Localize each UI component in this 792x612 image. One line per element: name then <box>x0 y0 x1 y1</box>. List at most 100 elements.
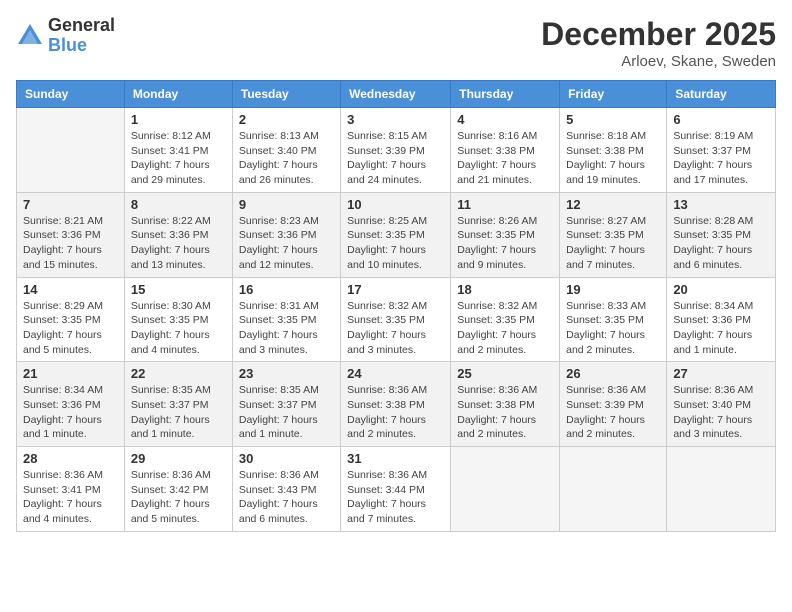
calendar-cell: 10Sunrise: 8:25 AM Sunset: 3:35 PM Dayli… <box>341 192 451 277</box>
calendar-cell: 20 Sunrise: 8:34 AM Sunset: 3:36 PM Dayli… <box>667 277 776 362</box>
calendar-cell: 16 Sunrise: 8:31 AM Sunset: 3:35 PM Dayli… <box>232 277 340 362</box>
weekday-header-wednesday: Wednesday <box>341 81 451 108</box>
calendar-cell <box>667 447 776 532</box>
calendar-cell: 24 Sunrise: 8:36 AM Sunset: 3:38 PM Dayli… <box>341 362 451 447</box>
weekday-header-monday: Monday <box>124 81 232 108</box>
calendar-cell <box>17 108 125 193</box>
day-info: Sunrise: 8:19 AM Sunset: 3:37 PM Dayligh… <box>673 129 769 188</box>
day-info: Sunrise: 8:15 AM Sunset: 3:39 PM Dayligh… <box>347 129 444 188</box>
day-info: Sunrise: 8:36 AM Sunset: 3:44 PM Dayligh… <box>347 468 444 527</box>
calendar-cell: 30Sunrise: 8:36 AM Sunset: 3:43 PM Dayli… <box>232 447 340 532</box>
day-number: 22 <box>131 366 226 381</box>
day-info: Sunrise: 8:22 AM Sunset: 3:36 PM Dayligh… <box>131 214 226 273</box>
calendar-header-row: SundayMondayTuesdayWednesdayThursdayFrid… <box>17 81 776 108</box>
day-number: 31 <box>347 451 444 466</box>
day-info: Sunrise: 8:30 AM Sunset: 3:35 PM Dayligh… <box>131 299 226 358</box>
calendar-cell <box>451 447 560 532</box>
day-info: Sunrise: 8:36 AM Sunset: 3:42 PM Dayligh… <box>131 468 226 527</box>
logo-general-text: General <box>48 16 115 36</box>
calendar-cell: 31 Sunrise: 8:36 AM Sunset: 3:44 PM Dayli… <box>341 447 451 532</box>
day-info: Sunrise: 8:31 AM Sunset: 3:35 PM Dayligh… <box>239 299 334 358</box>
day-number: 23 <box>239 366 334 381</box>
weekday-header-sunday: Sunday <box>17 81 125 108</box>
calendar-cell: 2 Sunrise: 8:13 AM Sunset: 3:40 PM Daylig… <box>232 108 340 193</box>
calendar-cell: 5 Sunrise: 8:18 AM Sunset: 3:38 PM Daylig… <box>560 108 667 193</box>
logo: General Blue <box>16 16 115 56</box>
calendar-cell: 25Sunrise: 8:36 AM Sunset: 3:38 PM Dayli… <box>451 362 560 447</box>
logo-blue-text: Blue <box>48 36 115 56</box>
calendar-cell: 19 Sunrise: 8:33 AM Sunset: 3:35 PM Dayli… <box>560 277 667 362</box>
day-info: Sunrise: 8:36 AM Sunset: 3:38 PM Dayligh… <box>347 383 444 442</box>
weekday-header-tuesday: Tuesday <box>232 81 340 108</box>
calendar-cell: 13Sunrise: 8:28 AM Sunset: 3:35 PM Dayli… <box>667 192 776 277</box>
day-number: 5 <box>566 112 660 127</box>
day-info: Sunrise: 8:23 AM Sunset: 3:36 PM Dayligh… <box>239 214 334 273</box>
day-info: Sunrise: 8:21 AM Sunset: 3:36 PM Dayligh… <box>23 214 118 273</box>
day-info: Sunrise: 8:32 AM Sunset: 3:35 PM Dayligh… <box>457 299 553 358</box>
day-info: Sunrise: 8:33 AM Sunset: 3:35 PM Dayligh… <box>566 299 660 358</box>
calendar-cell: 18Sunrise: 8:32 AM Sunset: 3:35 PM Dayli… <box>451 277 560 362</box>
day-number: 12 <box>566 197 660 212</box>
day-info: Sunrise: 8:36 AM Sunset: 3:39 PM Dayligh… <box>566 383 660 442</box>
calendar-week-row: 14 Sunrise: 8:29 AM Sunset: 3:35 PM Dayli… <box>17 277 776 362</box>
day-number: 6 <box>673 112 769 127</box>
day-number: 10 <box>347 197 444 212</box>
day-number: 1 <box>131 112 226 127</box>
day-number: 16 <box>239 282 334 297</box>
calendar-cell: 3 Sunrise: 8:15 AM Sunset: 3:39 PM Daylig… <box>341 108 451 193</box>
day-number: 14 <box>23 282 118 297</box>
day-info: Sunrise: 8:36 AM Sunset: 3:43 PM Dayligh… <box>239 468 334 527</box>
calendar-cell: 22Sunrise: 8:35 AM Sunset: 3:37 PM Dayli… <box>124 362 232 447</box>
day-number: 24 <box>347 366 444 381</box>
day-info: Sunrise: 8:36 AM Sunset: 3:41 PM Dayligh… <box>23 468 118 527</box>
day-info: Sunrise: 8:27 AM Sunset: 3:35 PM Dayligh… <box>566 214 660 273</box>
day-number: 4 <box>457 112 553 127</box>
day-info: Sunrise: 8:12 AM Sunset: 3:41 PM Dayligh… <box>131 129 226 188</box>
weekday-header-friday: Friday <box>560 81 667 108</box>
day-number: 2 <box>239 112 334 127</box>
calendar-cell: 26 Sunrise: 8:36 AM Sunset: 3:39 PM Dayli… <box>560 362 667 447</box>
day-number: 17 <box>347 282 444 297</box>
calendar-week-row: 28Sunrise: 8:36 AM Sunset: 3:41 PM Dayli… <box>17 447 776 532</box>
day-number: 27 <box>673 366 769 381</box>
weekday-header-saturday: Saturday <box>667 81 776 108</box>
calendar-cell: 27 Sunrise: 8:36 AM Sunset: 3:40 PM Dayli… <box>667 362 776 447</box>
calendar-cell: 21Sunrise: 8:34 AM Sunset: 3:36 PM Dayli… <box>17 362 125 447</box>
month-title: December 2025 <box>541 16 776 53</box>
page-header: General Blue December 2025 Arloev, Skane… <box>16 16 776 70</box>
day-number: 9 <box>239 197 334 212</box>
calendar-cell: 1 Sunrise: 8:12 AM Sunset: 3:41 PM Daylig… <box>124 108 232 193</box>
day-number: 20 <box>673 282 769 297</box>
day-number: 19 <box>566 282 660 297</box>
calendar-cell: 14 Sunrise: 8:29 AM Sunset: 3:35 PM Dayli… <box>17 277 125 362</box>
calendar-cell: 11Sunrise: 8:26 AM Sunset: 3:35 PM Dayli… <box>451 192 560 277</box>
calendar-cell: 12 Sunrise: 8:27 AM Sunset: 3:35 PM Dayli… <box>560 192 667 277</box>
day-info: Sunrise: 8:13 AM Sunset: 3:40 PM Dayligh… <box>239 129 334 188</box>
logo-icon <box>16 22 44 50</box>
day-info: Sunrise: 8:18 AM Sunset: 3:38 PM Dayligh… <box>566 129 660 188</box>
calendar-cell: 9 Sunrise: 8:23 AM Sunset: 3:36 PM Daylig… <box>232 192 340 277</box>
day-info: Sunrise: 8:34 AM Sunset: 3:36 PM Dayligh… <box>673 299 769 358</box>
day-info: Sunrise: 8:26 AM Sunset: 3:35 PM Dayligh… <box>457 214 553 273</box>
day-number: 26 <box>566 366 660 381</box>
day-info: Sunrise: 8:36 AM Sunset: 3:40 PM Dayligh… <box>673 383 769 442</box>
day-info: Sunrise: 8:35 AM Sunset: 3:37 PM Dayligh… <box>239 383 334 442</box>
calendar-cell: 15Sunrise: 8:30 AM Sunset: 3:35 PM Dayli… <box>124 277 232 362</box>
day-number: 3 <box>347 112 444 127</box>
calendar-cell: 28Sunrise: 8:36 AM Sunset: 3:41 PM Dayli… <box>17 447 125 532</box>
calendar-cell: 23 Sunrise: 8:35 AM Sunset: 3:37 PM Dayli… <box>232 362 340 447</box>
calendar-cell <box>560 447 667 532</box>
calendar-cell: 29 Sunrise: 8:36 AM Sunset: 3:42 PM Dayli… <box>124 447 232 532</box>
calendar-cell: 4Sunrise: 8:16 AM Sunset: 3:38 PM Daylig… <box>451 108 560 193</box>
day-number: 25 <box>457 366 553 381</box>
day-info: Sunrise: 8:28 AM Sunset: 3:35 PM Dayligh… <box>673 214 769 273</box>
weekday-header-thursday: Thursday <box>451 81 560 108</box>
location: Arloev, Skane, Sweden <box>541 53 776 70</box>
day-number: 29 <box>131 451 226 466</box>
calendar-week-row: 1 Sunrise: 8:12 AM Sunset: 3:41 PM Daylig… <box>17 108 776 193</box>
calendar-cell: 7Sunrise: 8:21 AM Sunset: 3:36 PM Daylig… <box>17 192 125 277</box>
calendar-table: SundayMondayTuesdayWednesdayThursdayFrid… <box>16 80 776 532</box>
day-info: Sunrise: 8:29 AM Sunset: 3:35 PM Dayligh… <box>23 299 118 358</box>
calendar-cell: 6 Sunrise: 8:19 AM Sunset: 3:37 PM Daylig… <box>667 108 776 193</box>
day-info: Sunrise: 8:32 AM Sunset: 3:35 PM Dayligh… <box>347 299 444 358</box>
